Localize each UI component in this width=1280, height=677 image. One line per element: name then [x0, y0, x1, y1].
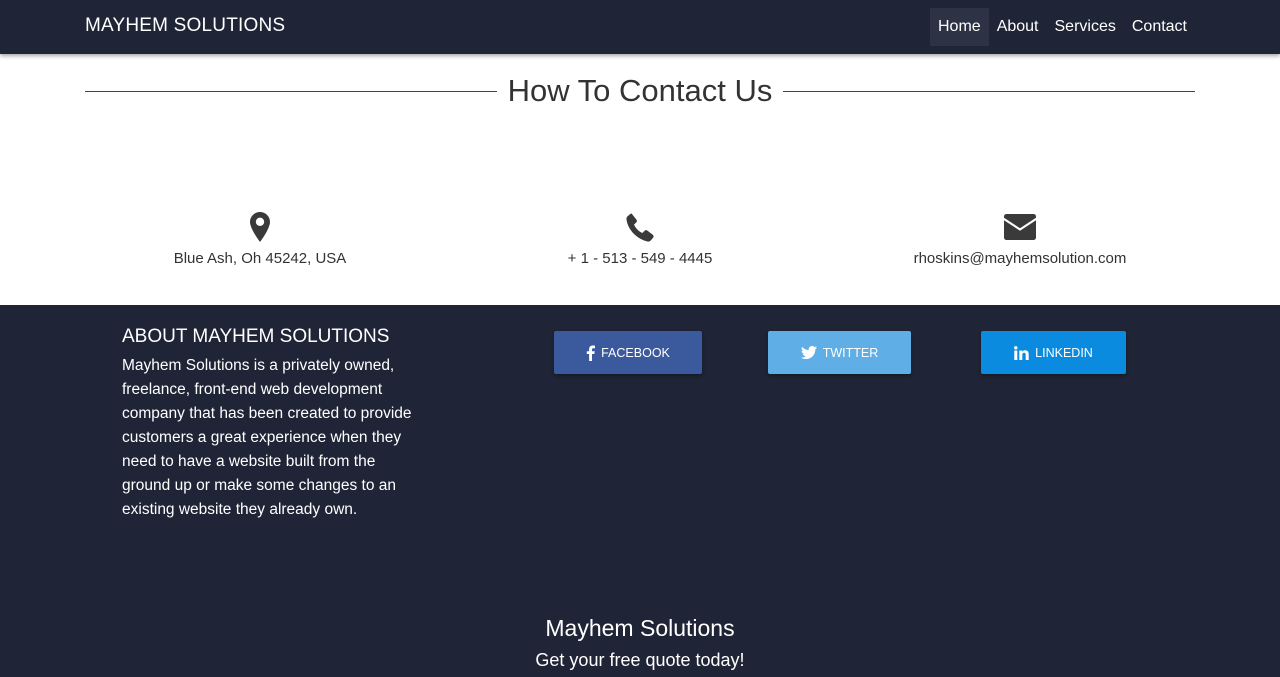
footer-tagline: Get your free quote today!	[535, 650, 745, 670]
nav-menu: Home About Services Contact	[930, 8, 1195, 46]
twitter-icon	[800, 346, 817, 359]
linkedin-button[interactable]: LINKEDIN	[981, 331, 1126, 374]
twitter-label: TWITTER	[822, 345, 879, 360]
email-text[interactable]: rhoskins@mayhemsolution.com	[860, 250, 1180, 267]
facebook-icon	[586, 345, 596, 361]
footer-brand: Mayhem Solutions	[545, 615, 735, 641]
nav-link-home[interactable]: Home	[930, 8, 989, 46]
map-marker-icon	[250, 212, 270, 242]
about-title: ABOUT MAYHEM SOLUTIONS	[122, 326, 390, 347]
top-navbar: MAYHEM SOLUTIONS Home About Services Con…	[0, 0, 1280, 54]
linkedin-icon	[1014, 345, 1029, 360]
facebook-label: FACEBOOK	[601, 345, 670, 360]
contact-phone: + 1 - 513 - 549 - 4445	[480, 212, 800, 267]
nav-link-contact[interactable]: Contact	[1124, 8, 1195, 46]
envelope-icon	[1004, 214, 1036, 240]
contact-address: Blue Ash, Oh 45242, USA	[100, 212, 420, 267]
facebook-button[interactable]: FACEBOOK	[554, 331, 702, 374]
linkedin-label: LINKEDIN	[1035, 345, 1093, 360]
brand-link[interactable]: MAYHEM SOLUTIONS	[85, 15, 285, 37]
nav-link-about[interactable]: About	[989, 8, 1047, 46]
footer: ABOUT MAYHEM SOLUTIONS Mayhem Solutions …	[0, 305, 1280, 677]
about-text: Mayhem Solutions is a privately owned, f…	[122, 357, 412, 518]
contact-email: rhoskins@mayhemsolution.com	[860, 212, 1180, 267]
address-text: Blue Ash, Oh 45242, USA	[173, 250, 347, 267]
section-heading: How To Contact Us	[85, 72, 1195, 110]
phone-text: + 1 - 513 - 549 - 4445	[567, 250, 713, 267]
phone-icon	[626, 213, 654, 242]
nav-link-services[interactable]: Services	[1047, 8, 1124, 46]
heading-divider-right	[783, 91, 1195, 92]
contact-section: How To Contact Us Blue Ash, Oh 45242, US…	[0, 54, 1280, 305]
twitter-button[interactable]: TWITTER	[768, 331, 911, 374]
